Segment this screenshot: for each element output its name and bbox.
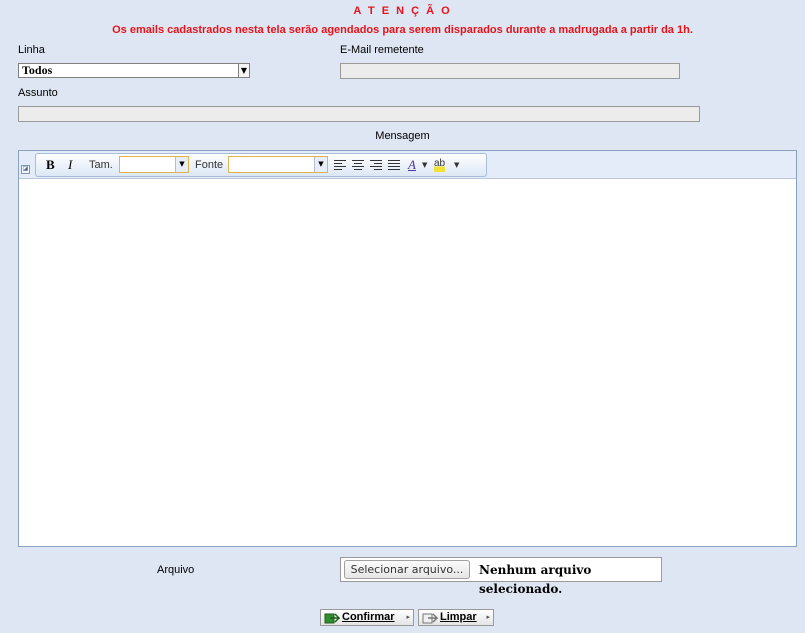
highlight-icon[interactable]: ab (434, 158, 446, 172)
chevron-down-icon: ▼ (314, 157, 327, 172)
chevron-down-icon: ▼ (175, 157, 188, 172)
confirm-button[interactable]: Confirmar ▸ (320, 609, 414, 626)
linha-select-value: Todos (22, 63, 53, 77)
bold-button[interactable]: B (46, 154, 55, 176)
italic-button[interactable]: I (68, 154, 72, 176)
chevron-right-icon: ▸ (486, 613, 490, 621)
collapse-icon[interactable]: ◪ (21, 165, 30, 174)
editor-toolbar-row: ◪ B I Tam. ▼ Fonte ▼ A ▼ ab ▼ (19, 151, 796, 179)
arquivo-label: Arquivo (157, 564, 195, 576)
size-label: Tam. (89, 159, 113, 171)
file-input[interactable]: Selecionar arquivo... Nenhum arquivo sel… (340, 557, 662, 596)
chevron-down-icon: ▼ (238, 64, 249, 77)
message-content-area[interactable] (19, 179, 796, 546)
align-left-icon[interactable] (334, 160, 346, 170)
email-label: E-Mail remetente (340, 44, 424, 56)
align-center-icon[interactable] (352, 160, 364, 170)
chevron-down-icon[interactable]: ▼ (454, 154, 459, 176)
linha-select[interactable]: Todos ▼ (18, 63, 250, 78)
file-status: Nenhum arquivo selecionado. (479, 563, 592, 596)
font-combo[interactable]: ▼ (228, 156, 328, 173)
mensagem-label: Mensagem (375, 130, 430, 142)
align-right-icon[interactable] (370, 160, 382, 170)
chevron-down-icon[interactable]: ▼ (422, 154, 427, 176)
assunto-label: Assunto (18, 87, 58, 99)
font-color-icon[interactable]: A (408, 154, 416, 176)
clear-icon (422, 613, 438, 624)
size-combo[interactable]: ▼ (119, 156, 189, 173)
clear-button[interactable]: Limpar ▸ (418, 609, 494, 626)
confirm-label: Confirmar (342, 611, 395, 623)
warning-title: A T E N Ç Ã O (353, 5, 452, 17)
editor-toolbar: B I Tam. ▼ Fonte ▼ A ▼ ab ▼ (35, 153, 487, 177)
chevron-right-icon: ▸ (406, 613, 410, 621)
select-file-button[interactable]: Selecionar arquivo... (344, 560, 470, 579)
font-label: Fonte (195, 159, 224, 171)
clear-label: Limpar (440, 611, 477, 623)
linha-label: Linha (18, 44, 45, 56)
confirm-icon (324, 613, 340, 624)
warning-message: Os emails cadastrados nesta tela serão a… (112, 24, 693, 36)
align-justify-icon[interactable] (388, 160, 400, 170)
email-input[interactable] (340, 63, 680, 79)
message-editor: ◪ B I Tam. ▼ Fonte ▼ A ▼ ab ▼ (18, 150, 797, 547)
assunto-input[interactable] (18, 106, 700, 122)
